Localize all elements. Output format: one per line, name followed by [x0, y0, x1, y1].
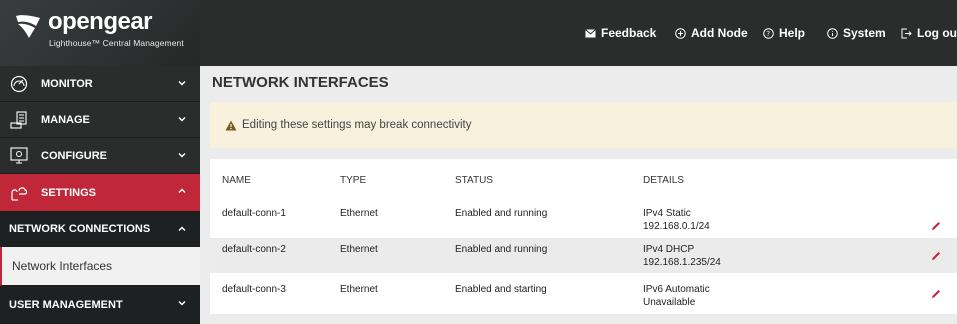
brand-subtitle: Lighthouse™ Central Management: [49, 38, 184, 48]
logout-icon: [901, 28, 912, 38]
chevron-up-icon: [178, 226, 186, 231]
chevron-down-icon: [178, 117, 186, 122]
cell-name: default-conn-2: [222, 244, 286, 255]
pencil-icon[interactable]: [931, 289, 941, 299]
cell-type: Ethernet: [340, 284, 378, 295]
column-header-name[interactable]: NAME: [222, 175, 251, 186]
gauge-icon: [10, 75, 28, 92]
system-link[interactable]: System: [827, 0, 886, 66]
chevron-down-icon: [178, 81, 186, 86]
feedback-link[interactable]: Feedback: [585, 0, 656, 66]
pencil-icon[interactable]: [931, 251, 941, 261]
info-circle-icon: [827, 27, 838, 39]
envelope-icon: [585, 28, 596, 37]
sidebar-item-configure[interactable]: CONFIGURE: [0, 138, 200, 174]
sidebar-label-network-interfaces: Network Interfaces: [12, 259, 113, 273]
question-circle-icon: ?: [763, 27, 774, 39]
sidebar-label-monitor: MONITOR: [41, 77, 93, 90]
column-header-type[interactable]: TYPE: [340, 175, 366, 186]
sidebar-item-settings[interactable]: SETTINGS: [0, 174, 200, 212]
warning-banner: Editing these settings may break connect…: [210, 102, 957, 148]
svg-text:?: ?: [766, 30, 770, 38]
feedback-label: Feedback: [601, 26, 657, 40]
cell-details-address: 192.168.0.1/24: [643, 221, 710, 232]
add-node-link[interactable]: Add Node: [675, 0, 748, 66]
warning-text: Editing these settings may break connect…: [242, 119, 472, 131]
brand-name: opengear: [48, 8, 153, 35]
sidebar-label-manage: MANAGE: [41, 113, 90, 126]
cell-status: Enabled and running: [455, 244, 548, 255]
sidebar-item-user-management[interactable]: USER MANAGEMENT: [0, 286, 200, 324]
chevron-down-icon: [178, 153, 186, 158]
column-header-details[interactable]: DETAILS: [643, 175, 684, 186]
system-label: System: [843, 26, 886, 40]
sidebar-item-network-interfaces[interactable]: Network Interfaces: [0, 247, 200, 286]
help-label: Help: [779, 26, 806, 40]
cell-details-mode: IPv4 DHCP: [643, 244, 695, 255]
sidebar-item-network-connections[interactable]: NETWORK CONNECTIONS: [0, 212, 200, 247]
sidebar-item-manage[interactable]: MANAGE: [0, 102, 200, 138]
sidebar-label-configure: CONFIGURE: [41, 149, 107, 162]
cell-type: Ethernet: [340, 208, 378, 219]
pencil-icon[interactable]: [931, 221, 941, 231]
opengear-logo-icon: [16, 15, 40, 38]
cloud-settings-icon: [11, 186, 28, 201]
server-icon: [10, 110, 27, 129]
monitor-gear-icon: [10, 146, 28, 163]
cell-name: default-conn-3: [222, 284, 286, 295]
warning-icon: [225, 120, 237, 130]
cell-details-mode: IPv6 Automatic: [643, 284, 710, 295]
cell-status: Enabled and running: [455, 208, 548, 219]
table-row[interactable]: [210, 278, 957, 313]
cell-status: Enabled and starting: [455, 284, 547, 295]
top-bar: opengear Lighthouse™ Central Management …: [0, 0, 957, 66]
cell-details-mode: IPv4 Static: [643, 208, 691, 219]
table-row[interactable]: [210, 238, 957, 273]
sidebar-label-user-management: USER MANAGEMENT: [9, 298, 123, 311]
add-node-label: Add Node: [691, 26, 748, 40]
plus-circle-icon: [675, 27, 686, 39]
cell-details-address: Unavailable: [643, 297, 696, 308]
cell-details-address: 192.168.1.235/24: [643, 257, 721, 268]
column-header-status[interactable]: STATUS: [455, 175, 493, 186]
sidebar-item-monitor[interactable]: MONITOR: [0, 66, 200, 102]
chevron-up-icon: [178, 188, 186, 193]
page-title: NETWORK INTERFACES: [212, 74, 389, 91]
cell-type: Ethernet: [340, 244, 378, 255]
help-link[interactable]: ? Help: [763, 0, 805, 66]
sidebar: MONITOR MANAGE CONFIGURE SETTINGS NETWOR…: [0, 66, 200, 324]
sidebar-label-settings: SETTINGS: [41, 186, 97, 199]
logout-label: Log out: [917, 26, 957, 40]
table-row[interactable]: [210, 202, 957, 237]
logo[interactable]: opengear Lighthouse™ Central Management: [0, 0, 200, 66]
sidebar-label-network-connections: NETWORK CONNECTIONS: [9, 223, 151, 235]
cell-name: default-conn-1: [222, 208, 286, 219]
chevron-down-icon: [178, 301, 186, 306]
logout-link[interactable]: Log out: [901, 0, 957, 66]
